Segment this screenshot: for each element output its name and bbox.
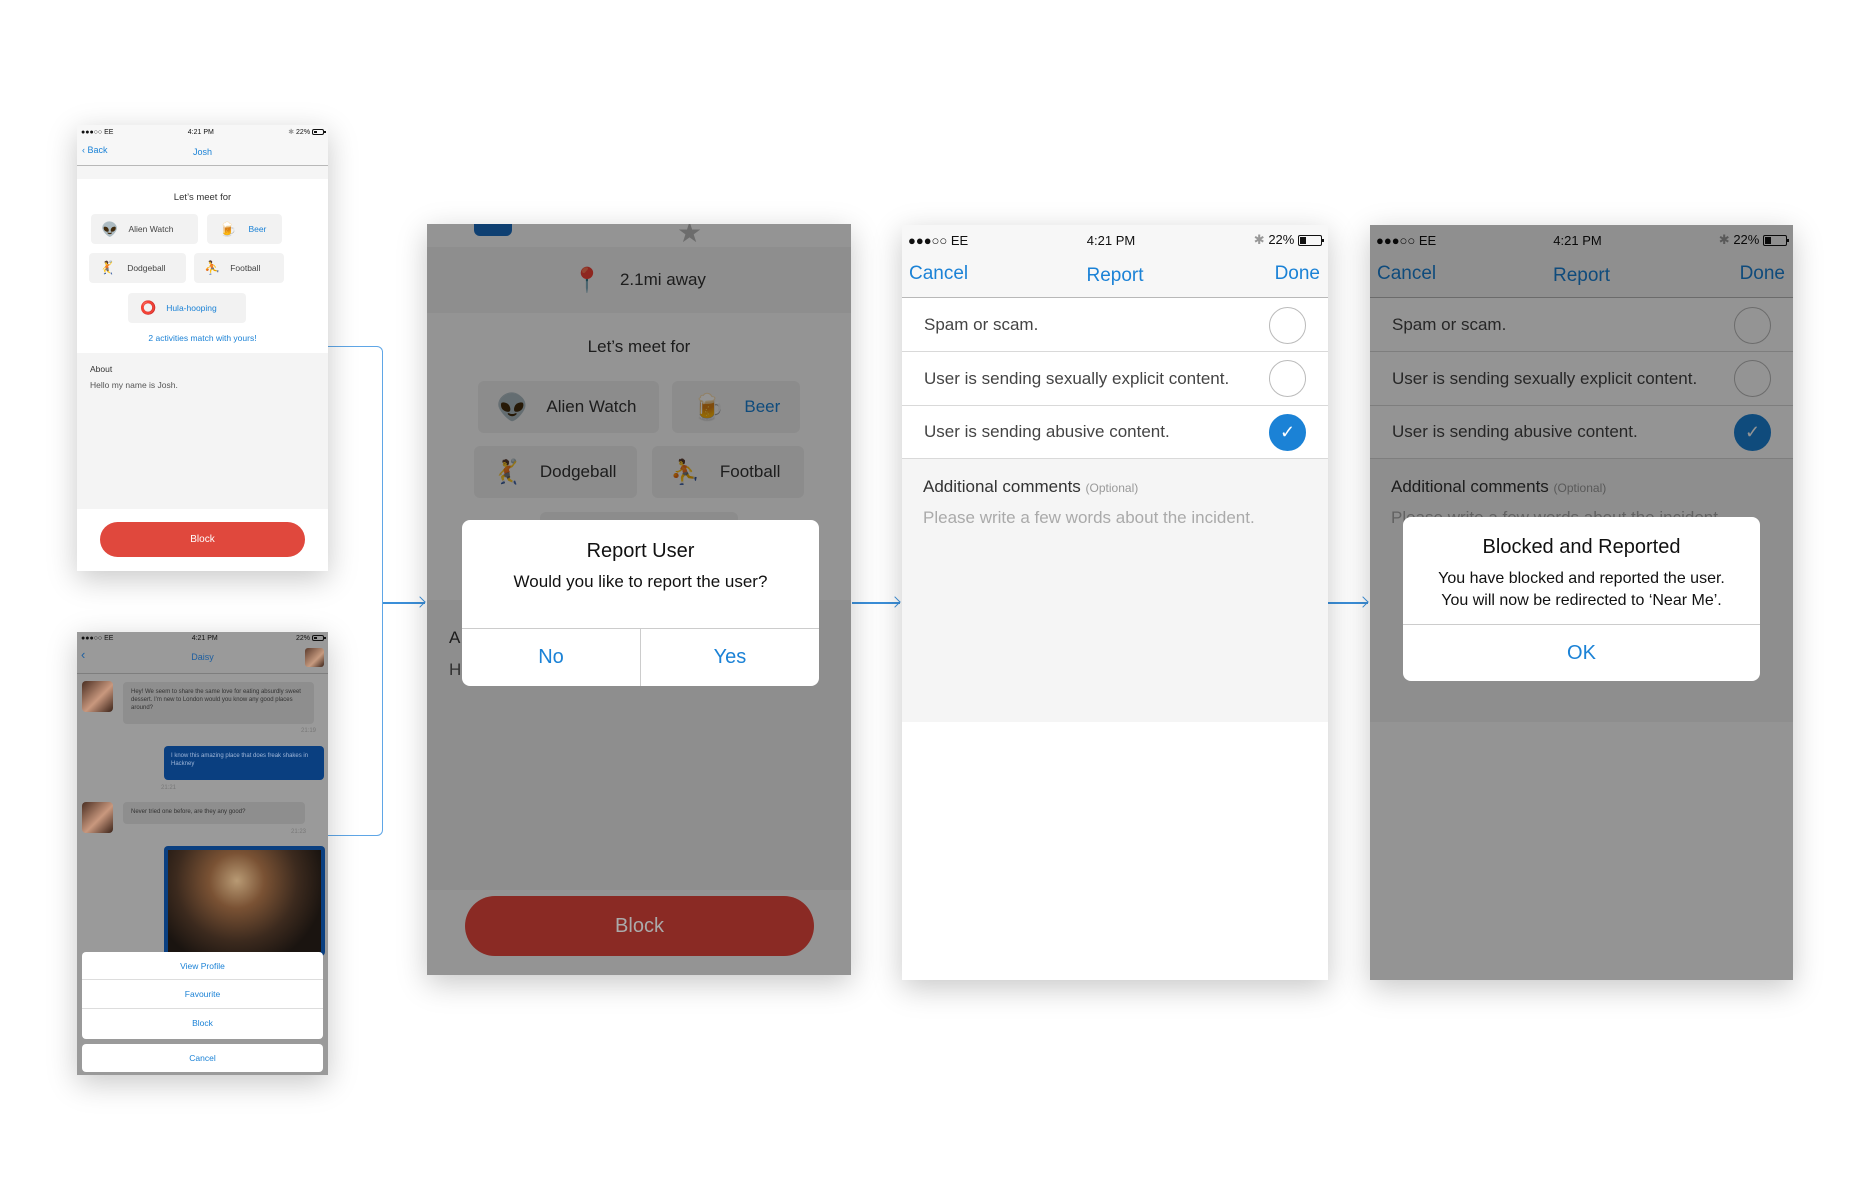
football-icon: ⛹ xyxy=(204,260,221,275)
contact-avatar[interactable] xyxy=(305,648,324,667)
carrier-signal: ●●●○○ EE xyxy=(81,635,114,642)
message-time: 21:23 xyxy=(290,829,306,835)
battery-status: 22% xyxy=(296,635,326,642)
battery-status: ✱ 22% xyxy=(1253,232,1324,248)
activity-football[interactable]: ⛹ Football xyxy=(194,253,284,283)
block-button[interactable]: Block xyxy=(465,896,814,956)
shared-photo[interactable] xyxy=(164,846,325,956)
freak-shake-image xyxy=(168,850,321,952)
option-label: User is sending abusive content. xyxy=(924,422,1170,441)
radio-unchecked-icon[interactable] xyxy=(1269,307,1306,344)
optional-tag: (Optional) xyxy=(1085,481,1139,495)
screen-profile-josh: ●●●○○ EE 4:21 PM ✱ 22% ‹ Back Josh Let’s… xyxy=(77,125,328,571)
dialog-title: Blocked and Reported xyxy=(1482,536,1681,558)
about-text: Hello my name is Josh. xyxy=(90,380,178,390)
message-bubble-outgoing: I know this amazing place that does frea… xyxy=(164,746,324,780)
activity-beer[interactable]: 🍺 Beer xyxy=(207,214,282,244)
nav-title: Josh xyxy=(192,147,212,157)
checkmark-icon[interactable]: ✓ xyxy=(1269,414,1306,451)
about-section: About Hello my name is Josh. xyxy=(77,353,328,509)
message-avatar xyxy=(82,681,113,712)
screen-blocked-confirmation: ●●●○○ EE 4:21 PM ✱ 22% Cancel Report Don… xyxy=(1370,225,1793,980)
bluetooth-icon: ✱ xyxy=(1253,232,1265,247)
beer-icon: 🍺 xyxy=(219,220,237,237)
comments-section: Additional comments (Optional) Please wr… xyxy=(902,459,1328,722)
message-bubble-incoming: Never tried one before, are they any goo… xyxy=(123,802,305,824)
done-button[interactable]: Done xyxy=(1275,263,1320,285)
match-count-text: 2 activities match with yours! xyxy=(148,333,257,343)
dodgeball-icon: 🤾 xyxy=(99,260,116,275)
comments-label: Additional comments (Optional) xyxy=(923,477,1139,496)
profile-background xyxy=(77,166,328,179)
activity-alien-watch[interactable]: 👽 Alien Watch xyxy=(91,214,198,244)
battery-status: ✱ 22% xyxy=(288,128,326,136)
chat-title: Daisy xyxy=(191,652,214,662)
status-bar: ●●●○○ EE 4:21 PM ✱ 22% xyxy=(902,229,1328,251)
action-favourite[interactable]: Favourite xyxy=(82,980,323,1009)
radio-unchecked-icon[interactable] xyxy=(1269,360,1306,397)
option-label: Spam or scam. xyxy=(924,315,1039,334)
activity-dodgeball[interactable]: 🤾 Dodgeball xyxy=(89,253,186,283)
arrow-head-icon xyxy=(889,596,901,608)
block-button[interactable]: Block xyxy=(100,522,305,557)
dialog-message: Would you like to report the user? xyxy=(513,572,768,591)
action-view-profile[interactable]: View Profile xyxy=(82,952,323,980)
option-label: User is sending sexually explicit conten… xyxy=(924,369,1230,388)
arrow-head-icon xyxy=(414,596,426,608)
carrier-signal: ●●●○○ EE xyxy=(81,128,114,136)
dialog-no-button[interactable]: No xyxy=(462,629,640,686)
dialog-title: Report User xyxy=(586,540,695,562)
screen-report-prompt: ★ 📍 2.1mi away Let’s meet for 👽 Alien Wat… xyxy=(427,224,851,975)
dialog-message-line2: You will now be redirected to ‘Near Me’. xyxy=(1441,592,1722,609)
battery-icon xyxy=(311,635,326,642)
message-avatar xyxy=(82,802,113,833)
report-user-dialog: Report User Would you like to report the… xyxy=(462,520,819,686)
blocked-reported-dialog: Blocked and Reported You have blocked an… xyxy=(1403,517,1760,681)
status-bar: ●●●○○ EE 4:21 PM ✱ 22% xyxy=(77,125,328,139)
bluetooth-icon: ✱ xyxy=(288,129,295,136)
battery-icon xyxy=(312,129,326,136)
clock: 4:21 PM xyxy=(187,128,214,136)
alien-icon: 👽 xyxy=(101,220,119,237)
clock: 4:21 PM xyxy=(1086,232,1136,248)
carrier-signal: ●●●○○ EE xyxy=(908,232,969,248)
report-option[interactable]: User is sending sexually explicit conten… xyxy=(902,352,1328,406)
battery-icon xyxy=(1297,235,1324,247)
hula-hoop-icon: ⭕ xyxy=(140,300,157,315)
nav-title: Report xyxy=(1086,265,1144,286)
about-label: About xyxy=(90,364,113,374)
arrow-head-icon xyxy=(1357,596,1369,608)
action-sheet-group: View Profile Favourite Block xyxy=(82,952,323,1039)
dialog-ok-button[interactable]: OK xyxy=(1403,625,1760,681)
message-time: 21:19 xyxy=(300,728,316,734)
message-bubble-incoming: Hey! We seem to share the same love for … xyxy=(123,682,314,724)
comments-input[interactable]: Please write a few words about the incid… xyxy=(923,508,1255,528)
activity-hula-hooping[interactable]: ⭕ Hula-hooping xyxy=(128,293,246,323)
flow-connector-bracket xyxy=(327,346,383,836)
action-cancel-button[interactable]: Cancel xyxy=(82,1044,323,1072)
screen-chat-daisy: ●●●○○ EE 4:21 PM 22% ‹ Daisy Hey! We see… xyxy=(77,632,328,1075)
clock: 4:21 PM xyxy=(191,635,218,642)
report-option[interactable]: Spam or scam. xyxy=(902,299,1328,352)
meet-heading: Let’s meet for xyxy=(173,192,232,203)
report-option[interactable]: User is sending abusive content. ✓ xyxy=(902,406,1328,459)
dialog-yes-button[interactable]: Yes xyxy=(641,629,819,686)
action-block[interactable]: Block xyxy=(82,1009,323,1038)
nav-divider xyxy=(77,673,328,674)
screen-report-form: ●●●○○ EE 4:21 PM ✱ 22% Cancel Report Don… xyxy=(902,225,1328,980)
message-time: 21:21 xyxy=(161,785,177,791)
status-bar: ●●●○○ EE 4:21 PM 22% xyxy=(77,632,328,645)
dialog-message-line1: You have blocked and reported the user. xyxy=(1438,570,1725,587)
